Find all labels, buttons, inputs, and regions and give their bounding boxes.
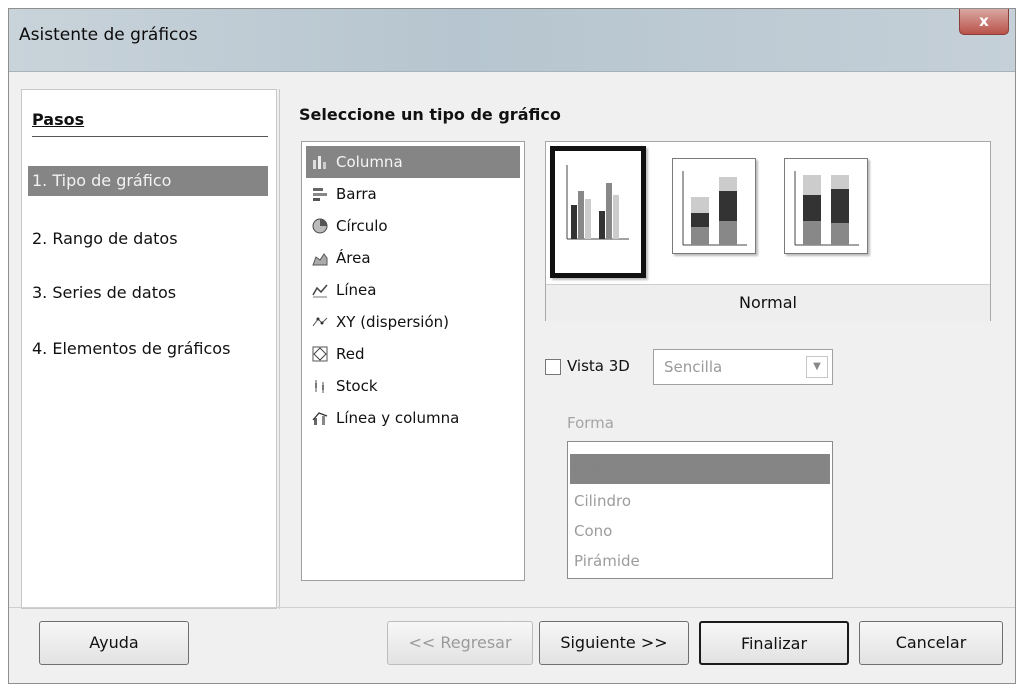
chart-type-linea[interactable]: Línea <box>306 274 520 306</box>
shape-list[interactable]: Barra Cilindro Cono Pirámide <box>567 441 833 579</box>
percent-stacked-column-preview-icon <box>794 171 859 246</box>
button-bar-divider <box>9 607 1015 608</box>
step-rango-de-datos[interactable]: 2. Rango de datos <box>28 224 268 254</box>
finish-button[interactable]: Finalizar <box>699 621 849 665</box>
chart-type-xy-dispersion[interactable]: XY (dispersión) <box>306 306 520 338</box>
chart-type-barra[interactable]: Barra <box>306 178 520 210</box>
window-title: Asistente de gráficos <box>19 25 198 45</box>
help-button[interactable]: Ayuda <box>39 621 189 665</box>
chart-type-heading: Seleccione un tipo de gráfico <box>299 105 561 124</box>
steps-panel: Pasos 1. Tipo de gráfico 2. Rango de dat… <box>21 89 277 609</box>
vista-3d-checkbox[interactable] <box>545 359 561 375</box>
chart-type-label: Stock <box>336 377 378 395</box>
shape-item-cilindro[interactable]: Cilindro <box>570 486 830 516</box>
bar-chart-icon <box>313 188 327 201</box>
pie-chart-icon <box>312 218 328 234</box>
chart-type-label: Red <box>336 345 365 363</box>
variant-percent-stacked[interactable] <box>784 158 868 254</box>
normal-column-preview-icon <box>566 165 629 240</box>
chart-type-label: Área <box>336 249 371 267</box>
chart-type-list[interactable]: Columna Barra Círculo Área Línea XY (dis… <box>301 141 525 581</box>
scheme-dropdown-value: Sencilla <box>664 358 723 376</box>
stock-chart-icon <box>315 380 324 393</box>
line-column-chart-icon <box>312 412 328 425</box>
chart-type-area[interactable]: Área <box>306 242 520 274</box>
chart-type-label: XY (dispersión) <box>336 313 449 331</box>
chart-type-stock[interactable]: Stock <box>306 370 520 402</box>
steps-divider <box>32 136 268 137</box>
line-chart-icon <box>312 284 328 298</box>
stacked-column-preview-icon <box>682 171 747 246</box>
next-button[interactable]: Siguiente >> <box>539 621 689 665</box>
chart-wizard-dialog: Asistente de gráficos x Pasos 1. Tipo de… <box>8 8 1016 684</box>
shape-item-cono[interactable]: Cono <box>570 516 830 546</box>
chart-type-red[interactable]: Red <box>306 338 520 370</box>
cancel-button[interactable]: Cancelar <box>859 621 1003 665</box>
steps-title: Pasos <box>32 110 85 129</box>
chart-type-columna[interactable]: Columna <box>306 146 520 178</box>
variant-label: Normal <box>546 284 990 321</box>
scatter-chart-icon <box>312 317 328 327</box>
column-chart-icon <box>313 156 326 169</box>
step-tipo-de-grafico[interactable]: 1. Tipo de gráfico <box>28 166 268 196</box>
panel-divider <box>279 89 280 609</box>
step-series-de-datos[interactable]: 3. Series de datos <box>28 278 268 308</box>
variant-normal[interactable] <box>550 146 646 278</box>
step-elementos-de-graficos[interactable]: 4. Elementos de gráficos <box>28 334 268 364</box>
scheme-dropdown[interactable]: Sencilla ▼ <box>653 349 833 385</box>
area-chart-icon <box>312 253 328 266</box>
close-button[interactable]: x <box>959 9 1009 35</box>
chart-type-label: Línea y columna <box>336 409 460 427</box>
chart-type-label: Columna <box>336 153 403 171</box>
chart-type-label: Barra <box>336 185 377 203</box>
vista-3d-label: Vista 3D <box>567 357 630 375</box>
shape-item-piramide[interactable]: Pirámide <box>570 546 830 576</box>
chevron-down-icon[interactable]: ▼ <box>806 356 828 378</box>
forma-label: Forma <box>567 414 614 432</box>
shape-item-barra[interactable]: Barra <box>570 454 830 484</box>
variant-stacked[interactable] <box>672 158 756 254</box>
title-bar: Asistente de gráficos x <box>9 9 1015 72</box>
chart-type-circulo[interactable]: Círculo <box>306 210 520 242</box>
chart-type-label: Línea <box>336 281 377 299</box>
chart-variant-panel: Normal <box>545 141 991 321</box>
net-chart-icon <box>312 346 328 362</box>
back-button[interactable]: << Regresar <box>387 621 533 665</box>
chart-type-linea-y-columna[interactable]: Línea y columna <box>306 402 520 434</box>
chart-type-label: Círculo <box>336 217 388 235</box>
